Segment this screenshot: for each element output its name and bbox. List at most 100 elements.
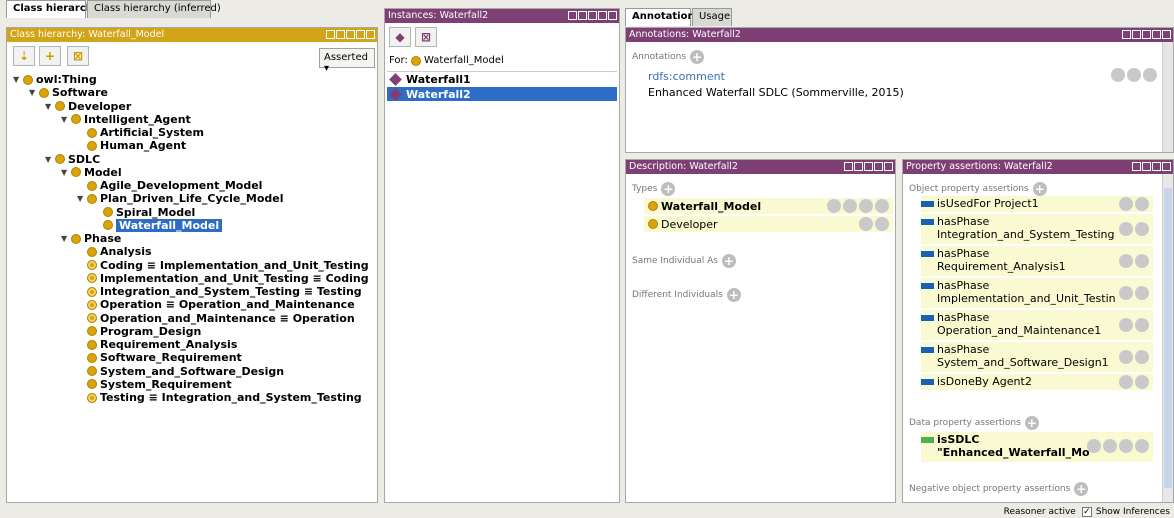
tree-node[interactable]: ▼ Developer (45, 100, 131, 113)
object-property-name: hasPhase (937, 215, 990, 228)
panel-controls[interactable] (568, 11, 617, 20)
tree-node-label: Requirement_Analysis (100, 338, 238, 351)
tree-node-label: owl:Thing (36, 73, 97, 86)
row-actions[interactable] (1117, 222, 1149, 236)
object-property-item[interactable]: hasPhase Integration_and_System_Testing (921, 214, 1153, 244)
tree-node[interactable]: Artificial_System (77, 126, 204, 139)
object-property-item[interactable]: hasPhase System_and_Software_Design1 (921, 342, 1153, 372)
delete-class-button[interactable]: ⊠ (67, 46, 89, 66)
tree-node[interactable]: ▼ Intelligent_Agent (61, 113, 191, 126)
tree-node[interactable]: ▼ SDLC (45, 153, 100, 166)
class-icon (103, 220, 113, 231)
tab-usage[interactable]: Usage (692, 8, 732, 26)
tree-node-label: Operation ≡ Operation_and_Maintenance (100, 298, 355, 312)
tree-node-label: Software (52, 86, 108, 100)
show-inferences-checkbox[interactable]: ✓ (1081, 507, 1092, 517)
add-negative-object-property-button[interactable]: + (1074, 482, 1089, 496)
object-property-item[interactable]: hasPhase Implementation_and_Unit_Testin (921, 278, 1153, 308)
hierarchy-mode-select[interactable]: Asserted ▾ (319, 48, 375, 74)
tree-node-label: Analysis (100, 245, 152, 259)
panel-controls[interactable] (1132, 162, 1171, 171)
tree-toggle-icon[interactable]: ▼ (45, 102, 55, 111)
property-assertions-scrollbar[interactable] (1162, 174, 1173, 502)
annotations-scrollbar[interactable] (1162, 42, 1173, 152)
tree-node[interactable]: Coding ≡ Implementation_and_Unit_Testing (77, 259, 369, 272)
tree-node-label: Plan_Driven_Life_Cycle_Model (100, 192, 284, 206)
add-type-button[interactable]: + (661, 182, 676, 196)
tab-class-hierarchy-inferred[interactable]: Class hierarchy (inferred) (87, 0, 221, 18)
tree-node[interactable]: ▼ Model (61, 166, 122, 179)
add-same-individual-button[interactable]: + (721, 254, 736, 268)
tab-annotations[interactable]: Annotations (625, 8, 701, 26)
annotation-actions[interactable] (1109, 68, 1157, 82)
panel-controls[interactable] (844, 162, 893, 171)
tree-node[interactable]: Operation_and_Maintenance ≡ Operation (77, 312, 355, 325)
tree-node[interactable]: Human_Agent (77, 139, 186, 152)
class-icon (87, 260, 97, 270)
row-actions[interactable] (1117, 375, 1149, 389)
add-object-property-button[interactable]: + (1032, 182, 1047, 196)
tree-node[interactable]: Operation ≡ Operation_and_Maintenance (77, 298, 355, 311)
add-sibling-class-button[interactable]: + (39, 46, 61, 66)
tree-node[interactable]: ▼ Phase (61, 232, 121, 245)
tree-node[interactable]: Requirement_Analysis (77, 338, 237, 351)
row-actions[interactable] (1117, 254, 1149, 268)
row-actions[interactable] (1117, 286, 1149, 300)
tree-node[interactable]: ▼ owl:Thing (13, 73, 97, 86)
add-annotation-button[interactable]: + (690, 50, 705, 64)
tree-toggle-icon[interactable]: ▼ (61, 115, 71, 124)
row-actions[interactable] (1117, 197, 1149, 211)
object-property-name: isUsedFor Project1 (937, 197, 1039, 210)
tree-node[interactable]: ▼ Plan_Driven_Life_Cycle_Model (77, 192, 284, 205)
tree-node[interactable]: Analysis (77, 245, 152, 258)
tab-class-hierarchy[interactable]: Class hierarchy (6, 0, 99, 18)
tree-node[interactable]: Agile_Development_Model (77, 179, 262, 192)
tree-node[interactable]: Spiral_Model (93, 206, 195, 219)
panel-controls[interactable] (1122, 30, 1171, 39)
type-item[interactable]: Developer (644, 216, 893, 232)
tree-node-label: System_and_Software_Design (100, 364, 285, 378)
object-property-item[interactable]: hasPhase Requirement_Analysis1 (921, 246, 1153, 276)
tree-node[interactable]: System_and_Software_Design (77, 365, 284, 378)
tree-toggle-icon[interactable]: ▼ (13, 75, 23, 84)
tree-node[interactable]: Testing ≡ Integration_and_System_Testing (77, 391, 362, 404)
individual-icon (389, 87, 402, 101)
tree-toggle-icon[interactable]: ▼ (29, 88, 39, 97)
reasoner-status: Reasoner active (1003, 507, 1076, 517)
object-property-item[interactable]: isDoneBy Agent2 (921, 374, 1153, 390)
annotation-property[interactable]: rdfs:comment (648, 70, 725, 83)
tree-node[interactable]: Implementation_and_Unit_Testing ≡ Coding (77, 272, 369, 285)
show-inferences-label: Show Inferences (1095, 507, 1170, 517)
panel-controls[interactable] (326, 30, 375, 39)
row-actions[interactable] (1117, 318, 1149, 332)
class-hierarchy-title: Class hierarchy: Waterfall_Model (10, 29, 165, 40)
tree-node-label: Artificial_System (100, 126, 204, 139)
data-property-item[interactable]: isSDLC "Enhanced_Waterfall_Mo (921, 432, 1153, 462)
class-icon (71, 233, 81, 244)
individual-item-selected[interactable]: Waterfall2 (387, 87, 617, 101)
object-property-item[interactable]: isUsedFor Project1 (921, 196, 1153, 212)
add-data-property-button[interactable]: + (1024, 416, 1039, 430)
object-property-item[interactable]: hasPhase Operation_and_Maintenance1 (921, 310, 1153, 340)
class-icon (87, 127, 97, 138)
tree-node[interactable]: Software_Requirement (77, 351, 242, 364)
add-individual-button[interactable]: ◆ (389, 27, 411, 47)
tree-toggle-icon[interactable]: ▼ (77, 194, 87, 203)
tree-node[interactable]: Waterfall_Model (93, 218, 223, 232)
tree-toggle-icon[interactable]: ▼ (45, 155, 55, 164)
class-icon (87, 339, 97, 350)
data-property-section: Data property assertions + (909, 416, 1039, 430)
tree-node[interactable]: System_Requirement (77, 378, 232, 391)
tree-toggle-icon[interactable]: ▼ (61, 168, 71, 177)
tree-node[interactable]: Integration_and_System_Testing ≡ Testing (77, 285, 362, 298)
add-subclass-button[interactable]: ⇣ (13, 46, 35, 66)
tree-node[interactable]: ▼ Software (29, 86, 108, 99)
row-actions[interactable] (1117, 350, 1149, 364)
delete-individual-button[interactable]: ⊠ (415, 27, 437, 47)
annotations-panel: Annotations: Waterfall2 Annotations + rdf… (625, 27, 1174, 153)
type-item[interactable]: Waterfall_Model (644, 198, 893, 214)
add-different-individual-button[interactable]: + (726, 288, 741, 302)
individual-item[interactable]: Waterfall1 (387, 73, 617, 86)
tree-node[interactable]: Program_Design (77, 325, 201, 338)
tree-toggle-icon[interactable]: ▼ (61, 234, 71, 243)
